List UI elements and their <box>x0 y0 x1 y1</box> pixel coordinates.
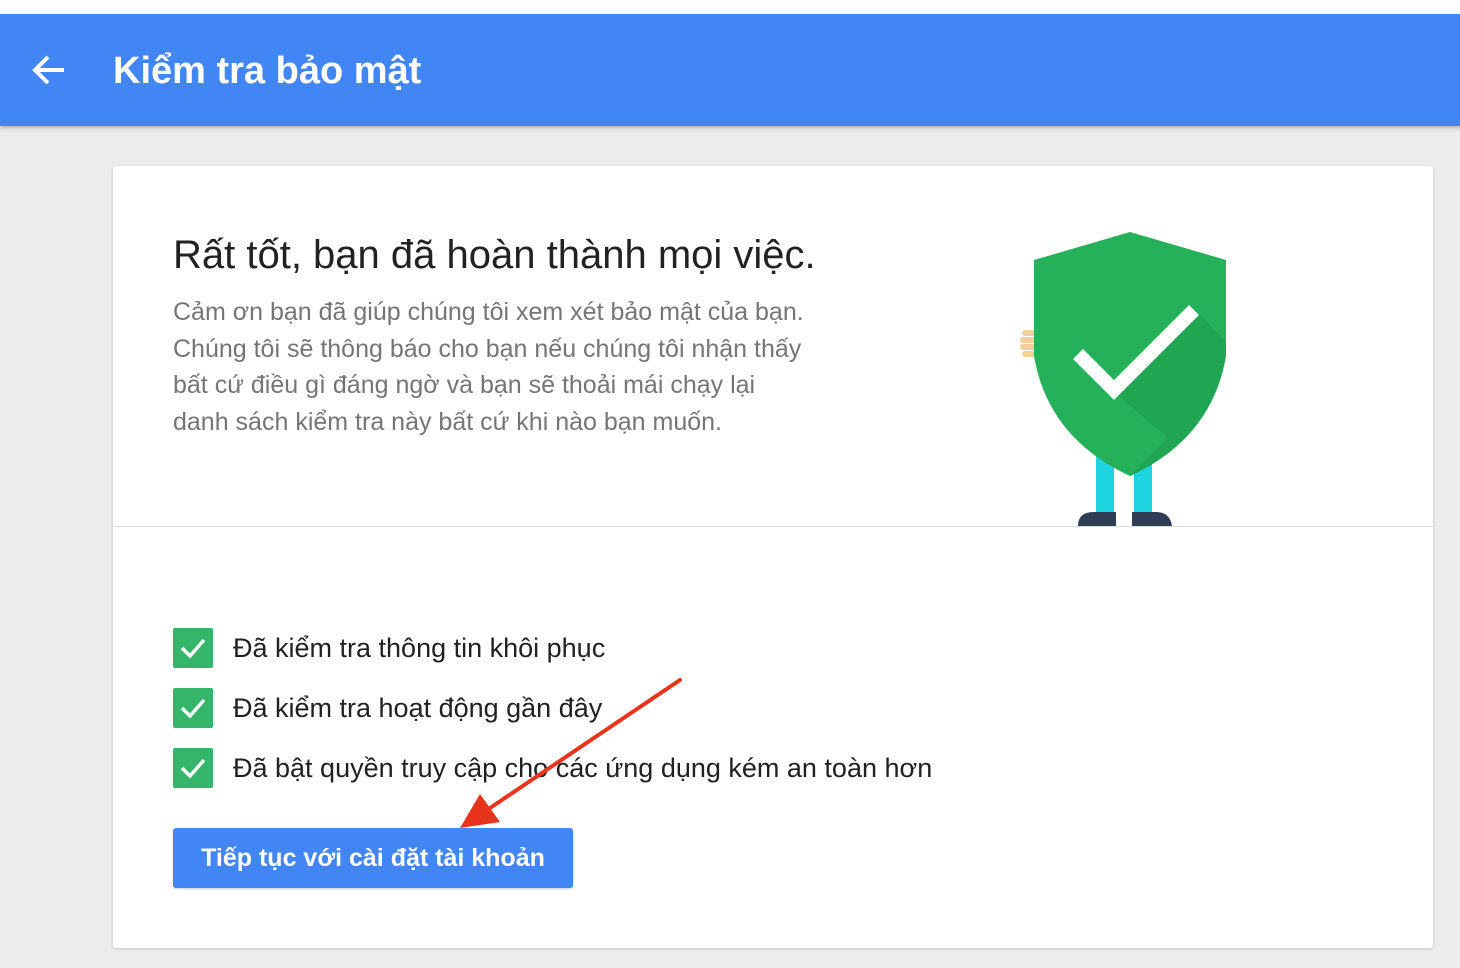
completion-summary: Rất tốt, bạn đã hoàn thành mọi việc. Cảm… <box>113 166 1433 526</box>
back-button[interactable] <box>26 44 74 96</box>
arrow-back-icon <box>32 55 64 85</box>
shield-checkmark-character-icon <box>1020 232 1226 526</box>
completion-headline: Rất tốt, bạn đã hoàn thành mọi việc. <box>173 233 816 277</box>
continue-button[interactable]: Tiếp tục với cài đặt tài khoản <box>173 828 573 888</box>
check-item-label: Đã kiểm tra thông tin khôi phục <box>233 633 606 663</box>
page-title: Kiểm tra bảo mật <box>113 50 422 92</box>
check-item-label: Đã bật quyền truy cập cho các ứng dụng k… <box>233 753 933 783</box>
checkbox-checked-icon <box>173 628 213 668</box>
check-item-recovery-info: Đã kiểm tra thông tin khôi phục <box>173 628 932 688</box>
app-header: Kiểm tra bảo mật <box>0 14 1460 126</box>
window-top-strip <box>0 0 1460 14</box>
completed-checks-list: Đã kiểm tra thông tin khôi phục Đã kiểm … <box>173 628 932 808</box>
completion-description: Cảm ơn bạn đã giúp chúng tôi xem xét bảo… <box>173 298 804 436</box>
checkbox-checked-icon <box>173 748 213 788</box>
check-item-less-secure-apps: Đã bật quyền truy cập cho các ứng dụng k… <box>173 748 932 808</box>
check-item-label: Đã kiểm tra hoạt động gần đây <box>233 693 603 723</box>
security-checkup-card: Rất tốt, bạn đã hoàn thành mọi việc. Cảm… <box>113 166 1433 948</box>
section-divider <box>113 526 1433 527</box>
check-item-recent-activity: Đã kiểm tra hoạt động gần đây <box>173 688 932 748</box>
checkbox-checked-icon <box>173 688 213 728</box>
